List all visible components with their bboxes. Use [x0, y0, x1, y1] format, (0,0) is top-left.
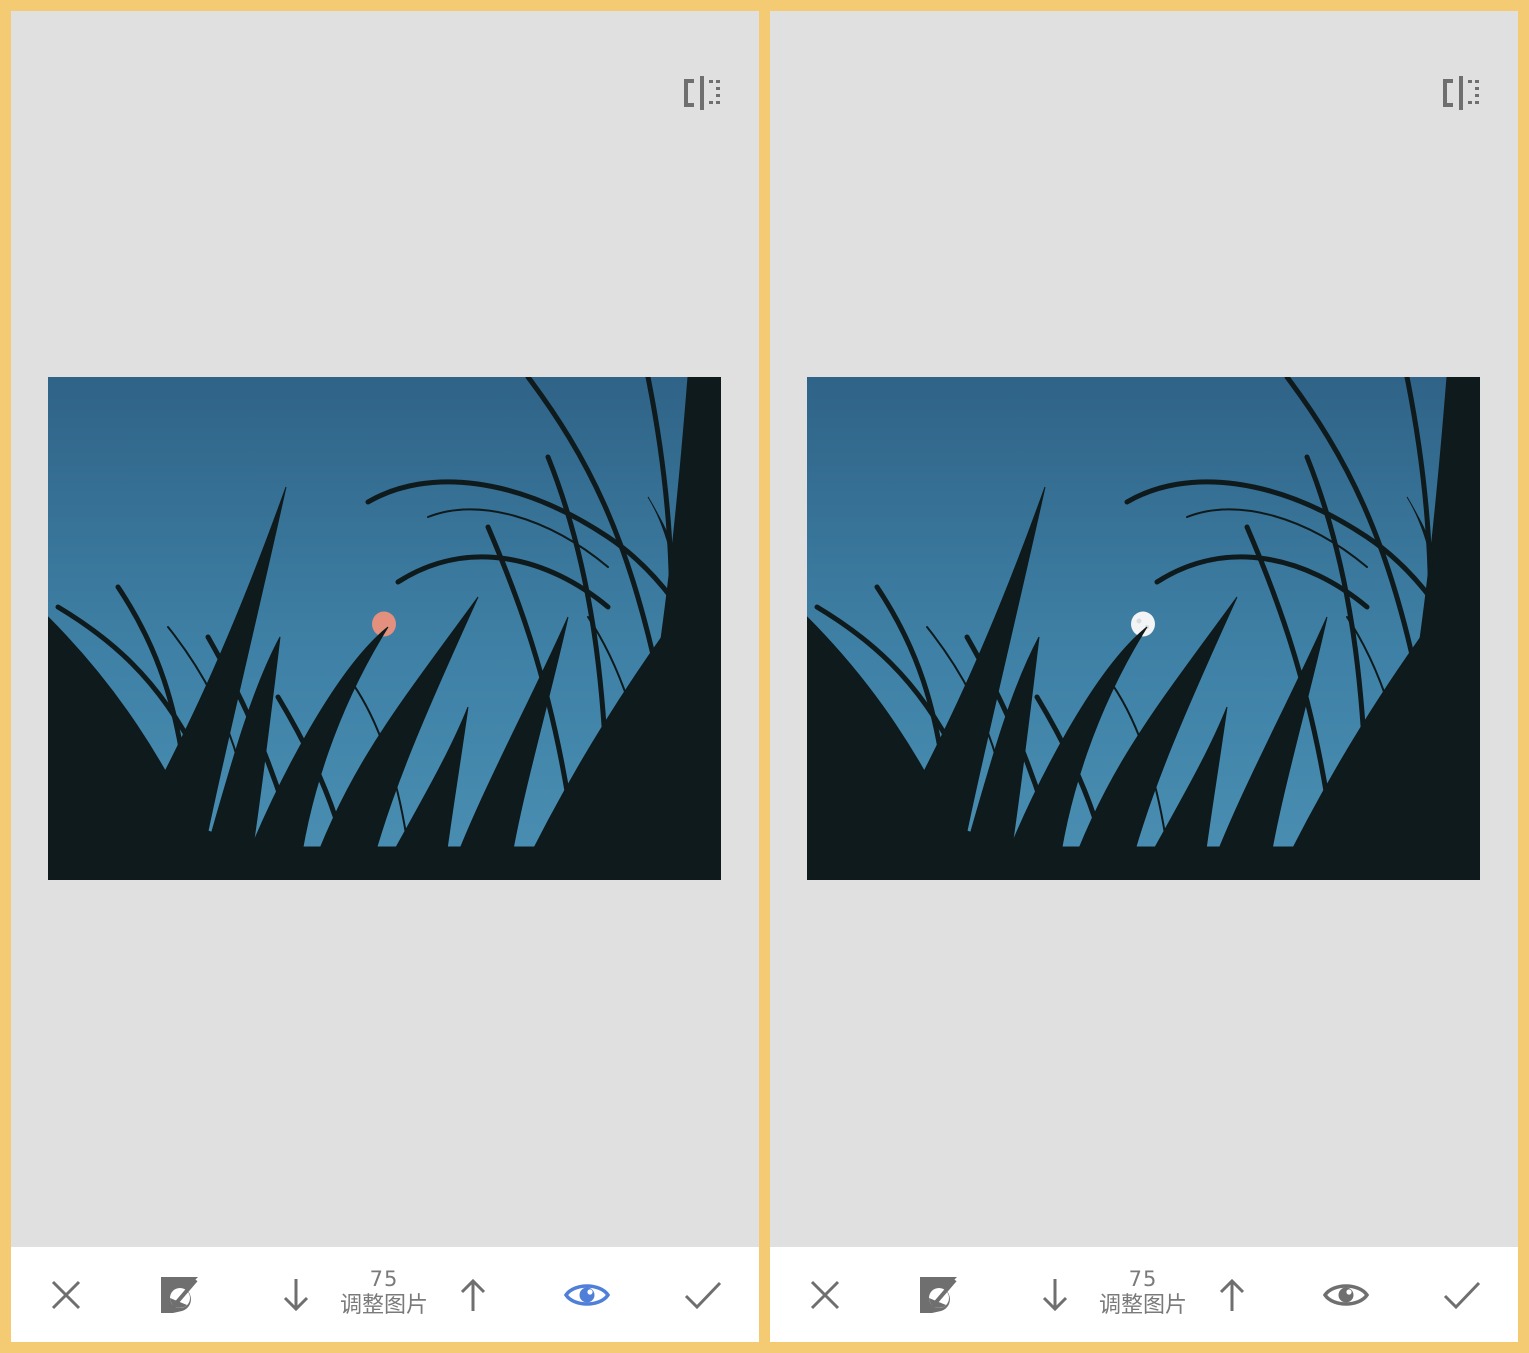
- arrow-up-icon: [459, 1277, 487, 1313]
- brush-mask-icon: [917, 1274, 959, 1316]
- checkmark-icon: [1443, 1280, 1481, 1310]
- adjust-value: 75: [369, 1267, 399, 1291]
- mask-visibility-toggle[interactable]: [1323, 1273, 1369, 1317]
- editor-panel-right: 75 调整图片: [770, 11, 1518, 1342]
- eye-icon: [564, 1279, 610, 1311]
- checkmark-icon: [684, 1280, 722, 1310]
- decrease-button[interactable]: [1033, 1273, 1077, 1317]
- increase-button[interactable]: [451, 1273, 495, 1317]
- photo-canvas[interactable]: [807, 377, 1480, 880]
- increase-button[interactable]: [1210, 1273, 1254, 1317]
- close-icon: [50, 1279, 82, 1311]
- close-icon: [809, 1279, 841, 1311]
- decrease-button[interactable]: [274, 1273, 318, 1317]
- arrow-down-icon: [282, 1277, 310, 1313]
- bottom-toolbar: 75 调整图片: [11, 1247, 759, 1342]
- apply-button[interactable]: [1440, 1273, 1484, 1317]
- brush-mask-icon: [158, 1274, 200, 1316]
- eye-icon: [1323, 1279, 1369, 1311]
- moon-grass-photo: [48, 377, 721, 880]
- arrow-down-icon: [1041, 1277, 1069, 1313]
- bottom-toolbar: 75 调整图片: [770, 1247, 1518, 1342]
- adjust-value-display: 75 调整图片: [1076, 1267, 1210, 1321]
- cancel-button[interactable]: [803, 1273, 847, 1317]
- adjust-value-display: 75 调整图片: [317, 1267, 451, 1321]
- arrow-up-icon: [1218, 1277, 1246, 1313]
- mask-visibility-toggle[interactable]: [564, 1273, 610, 1317]
- brush-mask-button[interactable]: [157, 1273, 201, 1317]
- editor-panel-left: 75 调整图片: [11, 11, 759, 1342]
- adjust-value: 75: [1128, 1267, 1158, 1291]
- adjust-label: 调整图片: [1098, 1293, 1187, 1318]
- brush-mask-button[interactable]: [916, 1273, 960, 1317]
- moon-grass-photo: [807, 377, 1480, 880]
- cancel-button[interactable]: [44, 1273, 88, 1317]
- apply-button[interactable]: [681, 1273, 725, 1317]
- compare-split-icon[interactable]: [683, 75, 723, 111]
- compare-split-icon[interactable]: [1442, 75, 1482, 111]
- photo-canvas[interactable]: [48, 377, 721, 880]
- adjust-label: 调整图片: [339, 1293, 428, 1318]
